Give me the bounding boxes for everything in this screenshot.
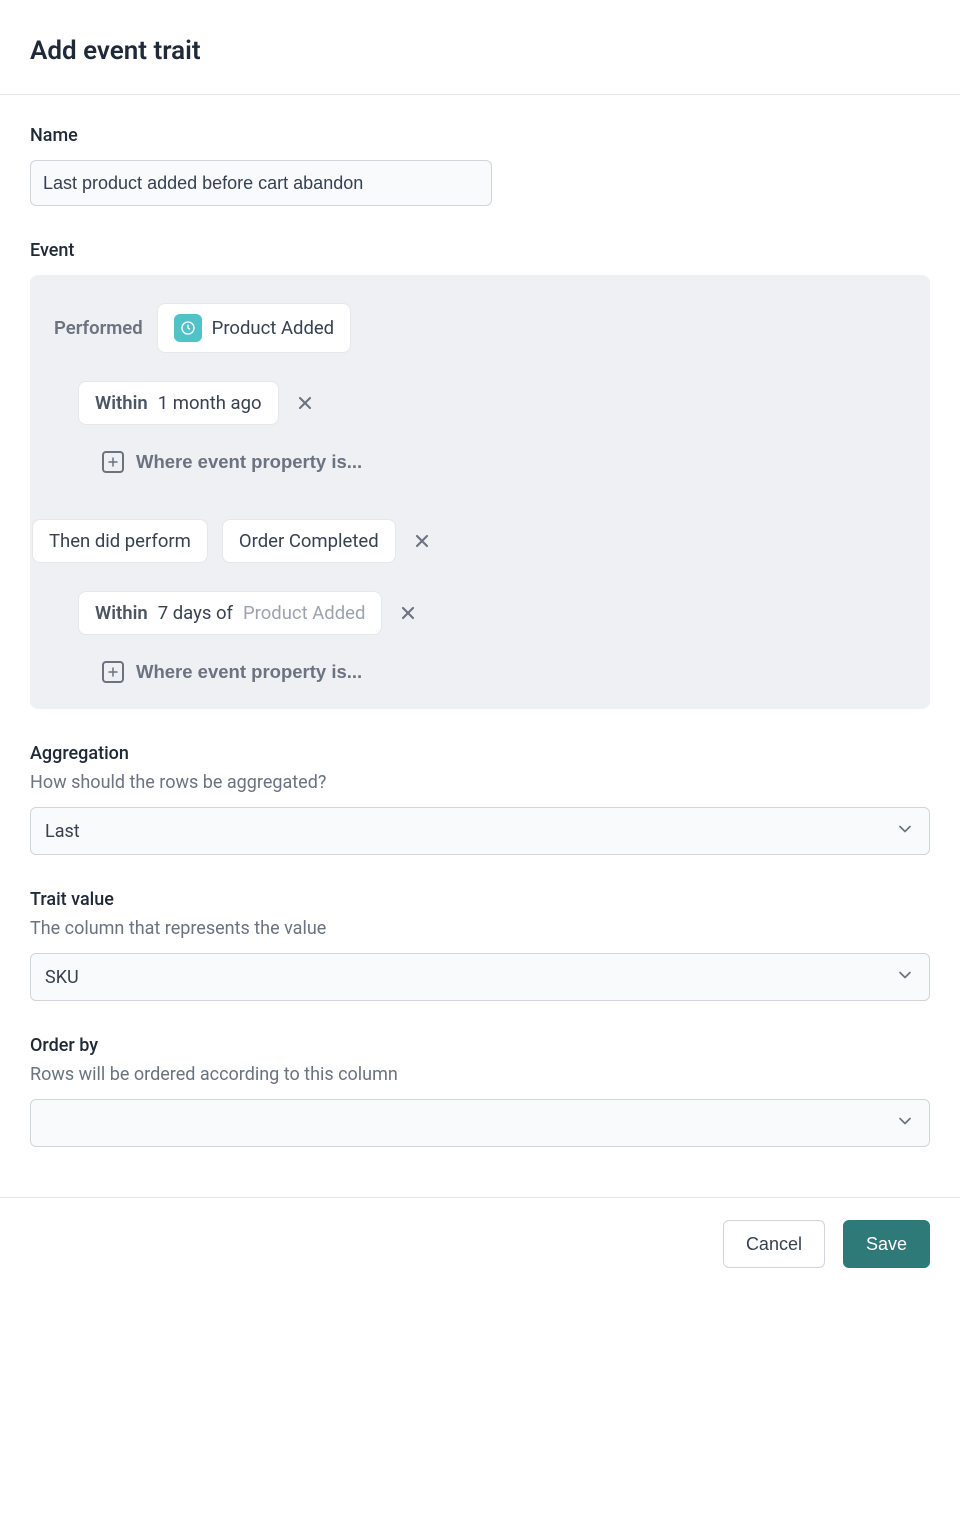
then-did-perform-chip[interactable]: Then did perform [32,519,208,563]
within-chip-1[interactable]: Within 1 month ago [78,381,279,425]
remove-within-2[interactable] [396,601,420,625]
order-by-help: Rows will be ordered according to this c… [30,1064,930,1085]
within-chip-2[interactable]: Within 7 days of Product Added [78,591,382,635]
trait-value-select[interactable]: SKU [30,953,930,1001]
chevron-down-icon [895,965,915,990]
within-prefix-2: Within [95,602,148,624]
aggregation-value: Last [45,821,80,842]
event-label: Event [30,240,930,261]
event-panel: Performed Product Added Within 1 month a… [30,275,930,709]
close-icon [412,531,432,551]
cancel-button[interactable]: Cancel [723,1220,825,1268]
performed-label: Performed [54,317,143,339]
add-property-filter-1[interactable]: Where event property is... [102,451,362,473]
close-icon [398,603,418,623]
then-label: Then did perform [49,530,191,552]
name-input[interactable] [30,160,492,206]
trait-value-label: Trait value [30,889,930,910]
close-icon [295,393,315,413]
aggregation-label: Aggregation [30,743,930,764]
order-by-label: Order by [30,1035,930,1056]
within-value-2: 7 days of [158,602,233,624]
plus-icon [102,451,124,473]
second-event-chip[interactable]: Order Completed [222,519,396,563]
within-prefix-1: Within [95,392,148,414]
order-by-select[interactable] [30,1099,930,1147]
remove-second-event[interactable] [410,529,434,553]
chevron-down-icon [895,1111,915,1136]
where-property-label-1: Where event property is... [136,451,362,473]
where-property-label-2: Where event property is... [136,661,362,683]
trait-value-help: The column that represents the value [30,918,930,939]
plus-icon [102,661,124,683]
aggregation-select[interactable]: Last [30,807,930,855]
add-property-filter-2[interactable]: Where event property is... [102,661,362,683]
event-name: Product Added [212,317,334,339]
aggregation-help: How should the rows be aggregated? [30,772,930,793]
remove-within-1[interactable] [293,391,317,415]
chevron-down-icon [895,819,915,844]
clock-icon [174,314,202,342]
event-selector[interactable]: Product Added [157,303,351,353]
trait-value-value: SKU [45,967,79,988]
within-value-1: 1 month ago [158,392,262,414]
name-label: Name [30,125,930,146]
save-button[interactable]: Save [843,1220,930,1268]
page-title: Add event trait [30,36,930,66]
second-event-name: Order Completed [239,530,379,552]
within-ref-2: Product Added [243,602,365,624]
